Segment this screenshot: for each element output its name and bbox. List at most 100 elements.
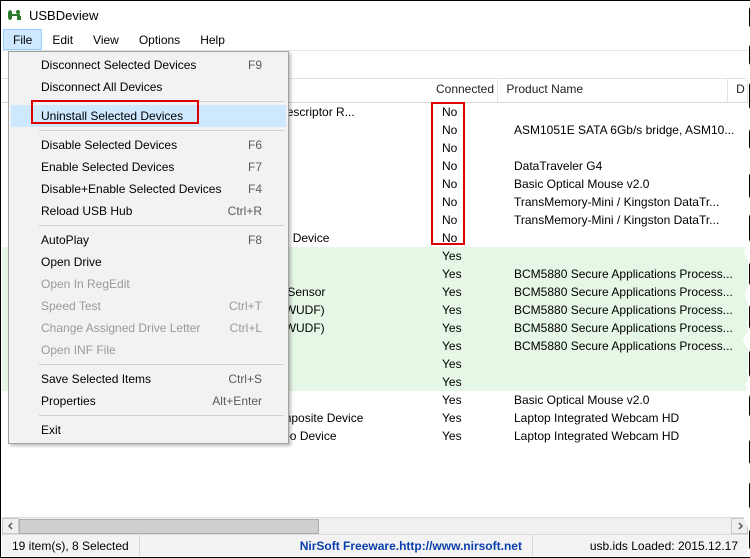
menu-item-label: Save Selected Items: [41, 372, 151, 386]
menu-item-label: Enable Selected Devices: [41, 160, 174, 174]
menu-item-disable-selected-devices[interactable]: Disable Selected Devices F6: [11, 134, 286, 156]
column-last-initial[interactable]: D: [728, 79, 748, 102]
menu-item-open-inf-file: Open INF File: [11, 339, 286, 361]
menu-item-label: AutoPlay: [41, 233, 89, 247]
title-bar: USBDeview: [1, 1, 749, 29]
menu-item-disable-enable-selected-devices[interactable]: Disable+Enable Selected Devices F4: [11, 178, 286, 200]
menu-item-disconnect-selected-devices[interactable]: Disconnect Selected Devices F9: [11, 54, 286, 76]
menu-item-shortcut: Alt+Enter: [212, 394, 262, 408]
menu-separator: [39, 415, 284, 416]
menu-file[interactable]: File: [3, 29, 42, 50]
menu-item-shortcut: F4: [248, 182, 262, 196]
menu-bar: FileEditViewOptionsHelp: [1, 29, 749, 51]
menu-item-speed-test: Speed Test Ctrl+T: [11, 295, 286, 317]
cell-product-name: Laptop Integrated Webcam HD: [506, 411, 742, 425]
cell-connected: No: [434, 177, 506, 191]
cell-product-name: BCM5880 Secure Applications Process...: [506, 267, 742, 281]
cell-connected: Yes: [434, 321, 506, 335]
cell-connected: Yes: [434, 357, 506, 371]
menu-item-shortcut: Ctrl+L: [230, 321, 262, 335]
menu-view[interactable]: View: [83, 29, 129, 50]
menu-item-shortcut: Ctrl+S: [228, 372, 262, 386]
menu-item-exit[interactable]: Exit: [11, 419, 286, 441]
cell-product-name: TransMemory-Mini / Kingston DataTr...: [506, 195, 742, 209]
menu-item-label: Disable+Enable Selected Devices: [41, 182, 221, 196]
menu-item-shortcut: F7: [248, 160, 262, 174]
menu-item-open-drive[interactable]: Open Drive: [11, 251, 286, 273]
menu-item-label: Disable Selected Devices: [41, 138, 177, 152]
cell-connected: Yes: [434, 375, 506, 389]
menu-item-save-selected-items[interactable]: Save Selected Items Ctrl+S: [11, 368, 286, 390]
menu-item-disconnect-all-devices[interactable]: Disconnect All Devices: [11, 76, 286, 98]
menu-item-reload-usb-hub[interactable]: Reload USB Hub Ctrl+R: [11, 200, 286, 222]
menu-item-shortcut: F6: [248, 138, 262, 152]
horizontal-scrollbar[interactable]: [2, 517, 748, 534]
menu-separator: [39, 130, 284, 131]
menu-item-label: Open In RegEdit: [41, 277, 130, 291]
cell-product-name: BCM5880 Secure Applications Process...: [506, 285, 742, 299]
cell-product-name: DataTraveler G4: [506, 159, 742, 173]
menu-item-label: Open INF File: [41, 343, 116, 357]
cell-connected: No: [434, 213, 506, 227]
cell-connected: Yes: [434, 339, 506, 353]
app-icon: [7, 7, 23, 23]
app-title: USBDeview: [29, 8, 98, 23]
menu-help[interactable]: Help: [190, 29, 235, 50]
menu-item-shortcut: Ctrl+R: [228, 204, 262, 218]
menu-item-label: Open Drive: [41, 255, 102, 269]
status-freeware-link[interactable]: NirSoft Freeware. http://www.nirsoft.net: [290, 535, 533, 556]
status-url[interactable]: http://www.nirsoft.net: [399, 539, 522, 553]
menu-item-label: Properties: [41, 394, 96, 408]
menu-separator: [39, 101, 284, 102]
status-freeware-text: NirSoft Freeware.: [300, 539, 399, 553]
menu-separator: [39, 364, 284, 365]
cell-connected: Yes: [434, 393, 506, 407]
menu-item-label: Speed Test: [41, 299, 101, 313]
cell-connected: Yes: [434, 303, 506, 317]
cell-connected: Yes: [434, 249, 506, 263]
scroll-left-button[interactable]: [2, 518, 19, 534]
file-menu: Disconnect Selected DevicesF9Disconnect …: [8, 51, 289, 444]
menu-item-properties[interactable]: Properties Alt+Enter: [11, 390, 286, 412]
cell-product-name: Basic Optical Mouse v2.0: [506, 177, 742, 191]
cell-product-name: Basic Optical Mouse v2.0: [506, 393, 742, 407]
menu-options[interactable]: Options: [129, 29, 190, 50]
menu-item-label: Reload USB Hub: [41, 204, 132, 218]
menu-edit[interactable]: Edit: [42, 29, 83, 50]
menu-item-uninstall-selected-devices[interactable]: Uninstall Selected Devices: [11, 105, 286, 127]
column-product-name[interactable]: Product Name: [498, 79, 728, 102]
column-connected[interactable]: Connected: [428, 79, 498, 102]
cell-product-name: BCM5880 Secure Applications Process...: [506, 339, 742, 353]
menu-item-shortcut: F9: [248, 58, 262, 72]
menu-separator: [39, 225, 284, 226]
cell-product-name: BCM5880 Secure Applications Process...: [506, 321, 742, 335]
cell-connected: No: [434, 123, 506, 137]
menu-item-open-in-regedit: Open In RegEdit: [11, 273, 286, 295]
menu-item-shortcut: Ctrl+T: [229, 299, 262, 313]
menu-item-autoplay[interactable]: AutoPlay F8: [11, 229, 286, 251]
cell-connected: No: [434, 159, 506, 173]
cell-connected: No: [434, 231, 506, 245]
scroll-track[interactable]: [19, 518, 731, 534]
status-item-count: 19 item(s), 8 Selected: [2, 535, 140, 556]
cell-connected: Yes: [434, 267, 506, 281]
cell-connected: No: [434, 105, 506, 119]
menu-item-label: Uninstall Selected Devices: [41, 109, 183, 123]
cell-connected: Yes: [434, 429, 506, 443]
cell-connected: No: [434, 195, 506, 209]
menu-item-label: Disconnect All Devices: [41, 80, 162, 94]
status-usbids: usb.ids Loaded: 2015.12.17: [580, 535, 748, 556]
menu-item-change-assigned-drive-letter: Change Assigned Drive Letter Ctrl+L: [11, 317, 286, 339]
menu-item-label: Exit: [41, 423, 61, 437]
menu-item-label: Change Assigned Drive Letter: [41, 321, 200, 335]
cell-connected: Yes: [434, 285, 506, 299]
menu-item-label: Disconnect Selected Devices: [41, 58, 196, 72]
cell-connected: No: [434, 141, 506, 155]
menu-item-shortcut: F8: [248, 233, 262, 247]
menu-item-enable-selected-devices[interactable]: Enable Selected Devices F7: [11, 156, 286, 178]
cell-product-name: Laptop Integrated Webcam HD: [506, 429, 742, 443]
scroll-thumb[interactable]: [19, 519, 319, 534]
cell-connected: Yes: [434, 411, 506, 425]
status-bar: 19 item(s), 8 Selected NirSoft Freeware.…: [2, 534, 748, 556]
cell-product-name: TransMemory-Mini / Kingston DataTr...: [506, 213, 742, 227]
